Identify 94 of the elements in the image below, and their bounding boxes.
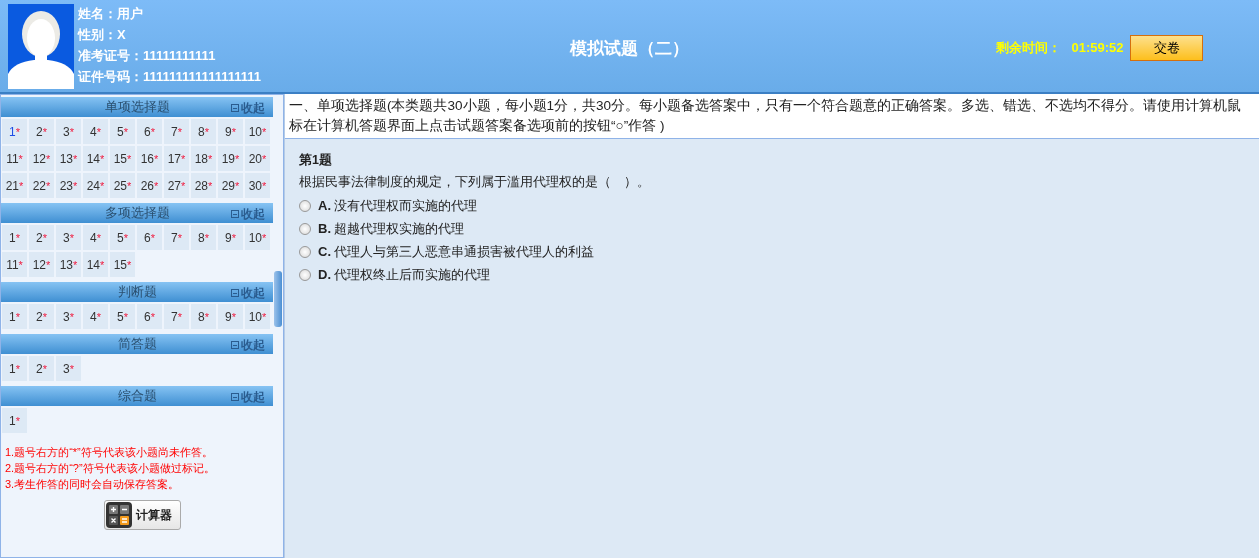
question-number-button[interactable]: 4*	[83, 304, 108, 329]
question-number-button[interactable]: 9*	[218, 119, 243, 144]
question-number-button[interactable]: 5*	[110, 225, 135, 250]
question-number-button[interactable]: 20*	[245, 146, 270, 171]
option-label[interactable]: B. 超越代理权实施的代理	[318, 219, 464, 239]
collapse-icon	[231, 393, 239, 401]
question-number-button[interactable]: 5*	[110, 119, 135, 144]
radio-button[interactable]	[299, 245, 311, 258]
question-number: 第1题	[299, 152, 333, 169]
question-number-button[interactable]: 3*	[56, 356, 81, 381]
timer-value: 01:59:52	[1071, 39, 1124, 58]
question-number-button[interactable]: 24*	[83, 173, 108, 198]
question-number-button[interactable]: 1*	[2, 304, 27, 329]
question-number-button[interactable]: 3*	[56, 304, 81, 329]
question-number-button[interactable]: 4*	[83, 119, 108, 144]
question-number-button[interactable]: 21*	[2, 173, 27, 198]
question-number-button[interactable]: 6*	[137, 225, 162, 250]
question-number-button[interactable]: 5*	[110, 304, 135, 329]
question-number-button[interactable]: 16*	[137, 146, 162, 171]
candidate-info: 姓名：用户	[78, 5, 144, 24]
question-number-button[interactable]: 27*	[164, 173, 189, 198]
question-number-button[interactable]: 15*	[110, 146, 135, 171]
question-number-button[interactable]: 6*	[137, 119, 162, 144]
question-number-button[interactable]: 10*	[245, 225, 270, 250]
section-title: 简答题	[117, 335, 157, 354]
candidate-info: 准考证号：11111111111	[78, 47, 217, 66]
question-number-button[interactable]: 2*	[29, 225, 54, 250]
submit-button[interactable]: 交卷	[1130, 35, 1203, 61]
question-number-button[interactable]: 29*	[218, 173, 243, 198]
calculator-button[interactable]: 计算器	[103, 500, 181, 530]
question-number-button[interactable]: 8*	[191, 225, 216, 250]
question-number-button[interactable]: 2*	[29, 356, 54, 381]
note-text: 1.题号右方的“*”符号代表该小题尚未作答。	[5, 445, 214, 460]
candidate-info: 证件号码：111111111111111111	[78, 68, 261, 87]
question-number-button[interactable]: 2*	[29, 119, 54, 144]
question-number-button[interactable]: 17*	[164, 146, 189, 171]
radio-button[interactable]	[299, 222, 311, 235]
section-title: 多项选择题	[104, 204, 170, 223]
question-number-button[interactable]: 13*	[56, 252, 81, 277]
question-number-button[interactable]: 3*	[56, 225, 81, 250]
candidate-info: 性别：X	[78, 26, 127, 45]
question-number-button[interactable]: 15*	[110, 252, 135, 277]
collapse-icon	[231, 341, 239, 349]
question-number-button[interactable]: 18*	[191, 146, 216, 171]
radio-button[interactable]	[299, 268, 311, 281]
question-text: 根据民事法律制度的规定，下列属于滥用代理权的是（ ）。	[299, 172, 651, 191]
question-number-button[interactable]: 25*	[110, 173, 135, 198]
question-number-button[interactable]: 13*	[56, 146, 81, 171]
option-label[interactable]: D. 代理权终止后而实施的代理	[318, 265, 490, 285]
radio-button[interactable]	[299, 199, 311, 212]
question-number-button[interactable]: 10*	[245, 304, 270, 329]
question-number-button[interactable]: 28*	[191, 173, 216, 198]
question-number-button[interactable]: 2*	[29, 304, 54, 329]
question-number-button[interactable]: 1*	[2, 119, 27, 144]
splitter-handle[interactable]	[274, 271, 282, 327]
section-title: 单项选择题	[104, 98, 170, 117]
section-title: 判断题	[117, 283, 157, 302]
question-number-button[interactable]: 7*	[164, 225, 189, 250]
option-label[interactable]: C. 代理人与第三人恶意串通损害被代理人的利益	[318, 242, 594, 262]
collapse-icon	[231, 104, 239, 112]
question-number-button[interactable]: 10*	[245, 119, 270, 144]
question-number-button[interactable]: 3*	[56, 119, 81, 144]
question-number-button[interactable]: 9*	[218, 304, 243, 329]
option-label[interactable]: A. 没有代理权而实施的代理	[318, 196, 477, 216]
question-number-button[interactable]: 1*	[2, 356, 27, 381]
section-title: 综合题	[117, 387, 157, 406]
question-number-button[interactable]: 1*	[2, 225, 27, 250]
calculator-icon	[105, 502, 132, 528]
question-number-button[interactable]: 11*	[2, 252, 27, 277]
note-text: 2.题号右方的“?”符号代表该小题做过标记。	[5, 461, 216, 476]
question-number-button[interactable]: 30*	[245, 173, 270, 198]
question-number-button[interactable]: 7*	[164, 119, 189, 144]
question-number-button[interactable]: 1*	[2, 408, 27, 433]
question-number-button[interactable]: 9*	[218, 225, 243, 250]
question-number-button[interactable]: 4*	[83, 225, 108, 250]
question-number-button[interactable]: 11*	[2, 146, 27, 171]
question-number-button[interactable]: 8*	[191, 304, 216, 329]
question-number-button[interactable]: 23*	[56, 173, 81, 198]
question-number-button[interactable]: 8*	[191, 119, 216, 144]
exam-title: 模拟试题（二）	[570, 38, 689, 60]
note-text: 3.考生作答的同时会自动保存答案。	[5, 477, 181, 492]
collapse-icon	[231, 289, 239, 297]
question-number-button[interactable]: 19*	[218, 146, 243, 171]
question-number-button[interactable]: 12*	[29, 146, 54, 171]
collapse-icon	[231, 210, 239, 218]
question-number-button[interactable]: 14*	[83, 146, 108, 171]
question-number-button[interactable]: 26*	[137, 173, 162, 198]
section-instructions: 一、单项选择题(本类题共30小题，每小题1分，共30分。每小题备选答案中，只有一个符合题意的正确答案。多选、错选、不选均不得分。请使用计算机鼠标在计算机答题界面上点击试题答案备选项前的按钮“○”作答 )	[285, 94, 1259, 139]
question-number-button[interactable]: 12*	[29, 252, 54, 277]
question-number-button[interactable]: 14*	[83, 252, 108, 277]
question-number-button[interactable]: 6*	[137, 304, 162, 329]
question-number-button[interactable]: 22*	[29, 173, 54, 198]
question-number-button[interactable]: 7*	[164, 304, 189, 329]
timer-label: 剩余时间：	[995, 39, 1061, 58]
